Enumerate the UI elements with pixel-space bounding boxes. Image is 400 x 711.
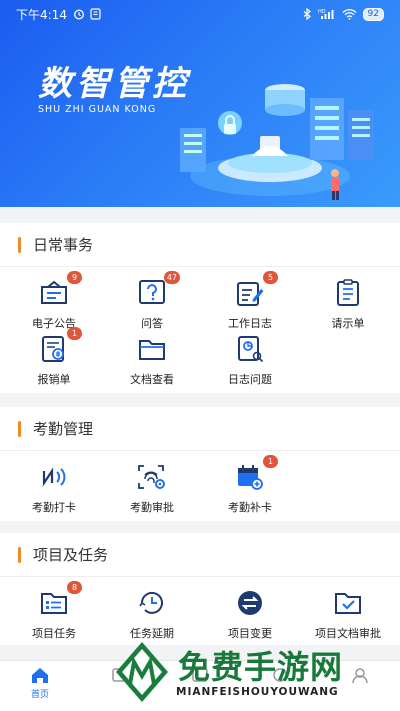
menu-item-reimbursement[interactable]: 1 报销单 xyxy=(4,327,104,389)
watermark-cn: 免费手游网 xyxy=(178,648,344,686)
status-bar: 下午4:14 HD 92 xyxy=(0,0,400,28)
section-accent-bar xyxy=(18,420,21,437)
menu-item-label: 报销单 xyxy=(37,373,71,386)
folder-icon xyxy=(139,340,165,360)
menu-item-label: 项目变更 xyxy=(228,627,272,640)
section-title: 项目及任务 xyxy=(33,546,109,564)
menu-item-label: 考勤补卡 xyxy=(228,501,272,514)
reimbursement-icon xyxy=(42,336,64,362)
menu-item-attendance-checkin[interactable]: 考勤打卡 xyxy=(4,461,104,517)
badge-count: 5 xyxy=(263,271,278,284)
menu-item-label: 考勤审批 xyxy=(130,501,174,514)
section-accent-bar xyxy=(18,236,21,253)
badge-count: 47 xyxy=(163,271,180,284)
home-icon xyxy=(32,668,48,683)
status-time: 下午4:14 xyxy=(16,7,67,22)
menu-item-label: 日志问题 xyxy=(228,373,272,386)
menu-item-label: 文档查看 xyxy=(130,373,174,386)
menu-item-project-tasks[interactable]: 8 项目任务 xyxy=(4,581,104,643)
header-banner: 下午4:14 HD 92 数智管控 SHU ZHI GUAN KONG xyxy=(0,0,400,207)
section-accent-bar xyxy=(18,546,21,563)
section-attendance: 考勤管理 考勤打卡 考勤审批 1 考勤补卡 xyxy=(0,407,400,521)
request-form-icon xyxy=(337,279,359,306)
section-header: 考勤管理 xyxy=(0,407,400,451)
menu-item-document-view[interactable]: 文档查看 xyxy=(102,333,202,389)
menu-item-attendance-approval[interactable]: 考勤审批 xyxy=(102,461,202,517)
menu-item-task-delay[interactable]: 任务延期 xyxy=(102,587,202,643)
menu-item-label: 工作日志 xyxy=(228,317,272,330)
menu-item-project-change[interactable]: 项目变更 xyxy=(200,587,300,643)
watermark-en: MIANFEISHOUYOUWANG xyxy=(176,686,339,698)
menu-item-label: 考勤打卡 xyxy=(32,501,76,514)
bluetooth-icon xyxy=(303,8,311,20)
menu-item-electronic-announcement[interactable]: 9 电子公告 xyxy=(4,271,104,333)
menu-item-qa[interactable]: 47 问答 xyxy=(102,271,202,333)
section-projects-tasks: 项目及任务 8 项目任务 任务延期 项目变更 项目文档审批 xyxy=(0,533,400,645)
server-illustration xyxy=(180,84,374,200)
banner-subtitle: SHU ZHI GUAN KONG xyxy=(38,104,157,115)
menu-item-work-log[interactable]: 5 工作日志 xyxy=(200,271,300,333)
section-daily-affairs: 日常事务 9 电子公告 47 问答 5 工作日志 请示单 1 报销单 文档查看 … xyxy=(0,223,400,393)
watermark-logo-icon xyxy=(116,642,168,702)
battery-indicator: 92 xyxy=(362,7,384,21)
alarm-icon xyxy=(74,9,84,20)
tab-home[interactable]: 首页 xyxy=(0,661,80,711)
notification-icon xyxy=(90,8,101,20)
badge-count: 8 xyxy=(67,581,82,594)
badge-count: 1 xyxy=(263,455,278,468)
swap-icon xyxy=(238,591,262,615)
watermark: 免费手游网 MIANFEISHOUYOUWANG xyxy=(112,640,400,711)
question-icon xyxy=(139,280,165,304)
folder-check-icon xyxy=(335,593,361,614)
menu-item-label: 请示单 xyxy=(331,317,365,330)
menu-item-project-doc-approval[interactable]: 项目文档审批 xyxy=(298,587,398,643)
badge-count: 9 xyxy=(67,271,82,284)
calendar-add-icon xyxy=(238,465,263,490)
log-issue-icon xyxy=(238,336,264,363)
menu-item-label: 项目任务 xyxy=(32,627,76,640)
section-header: 项目及任务 xyxy=(0,533,400,577)
badge-count: 1 xyxy=(67,327,82,340)
section-title: 日常事务 xyxy=(33,236,94,254)
work-log-icon xyxy=(237,282,264,306)
fingerprint-settings-icon xyxy=(138,465,165,489)
menu-item-log-issues[interactable]: 日志问题 xyxy=(200,333,300,389)
menu-item-attendance-makeup[interactable]: 1 考勤补卡 xyxy=(200,455,300,517)
announcement-icon xyxy=(41,280,67,304)
task-list-icon xyxy=(41,593,67,614)
clock-history-icon xyxy=(139,591,163,614)
tab-label: 首页 xyxy=(30,690,49,700)
wifi-icon xyxy=(342,9,357,20)
menu-item-label: 问答 xyxy=(141,317,163,330)
section-title: 考勤管理 xyxy=(33,420,94,438)
nfc-icon xyxy=(42,467,66,487)
section-header: 日常事务 xyxy=(0,223,400,267)
menu-item-label: 任务延期 xyxy=(130,627,174,640)
menu-item-label: 项目文档审批 xyxy=(315,627,381,640)
cellular-signal-icon: HD xyxy=(318,9,334,19)
menu-item-request-form[interactable]: 请示单 xyxy=(298,277,398,333)
